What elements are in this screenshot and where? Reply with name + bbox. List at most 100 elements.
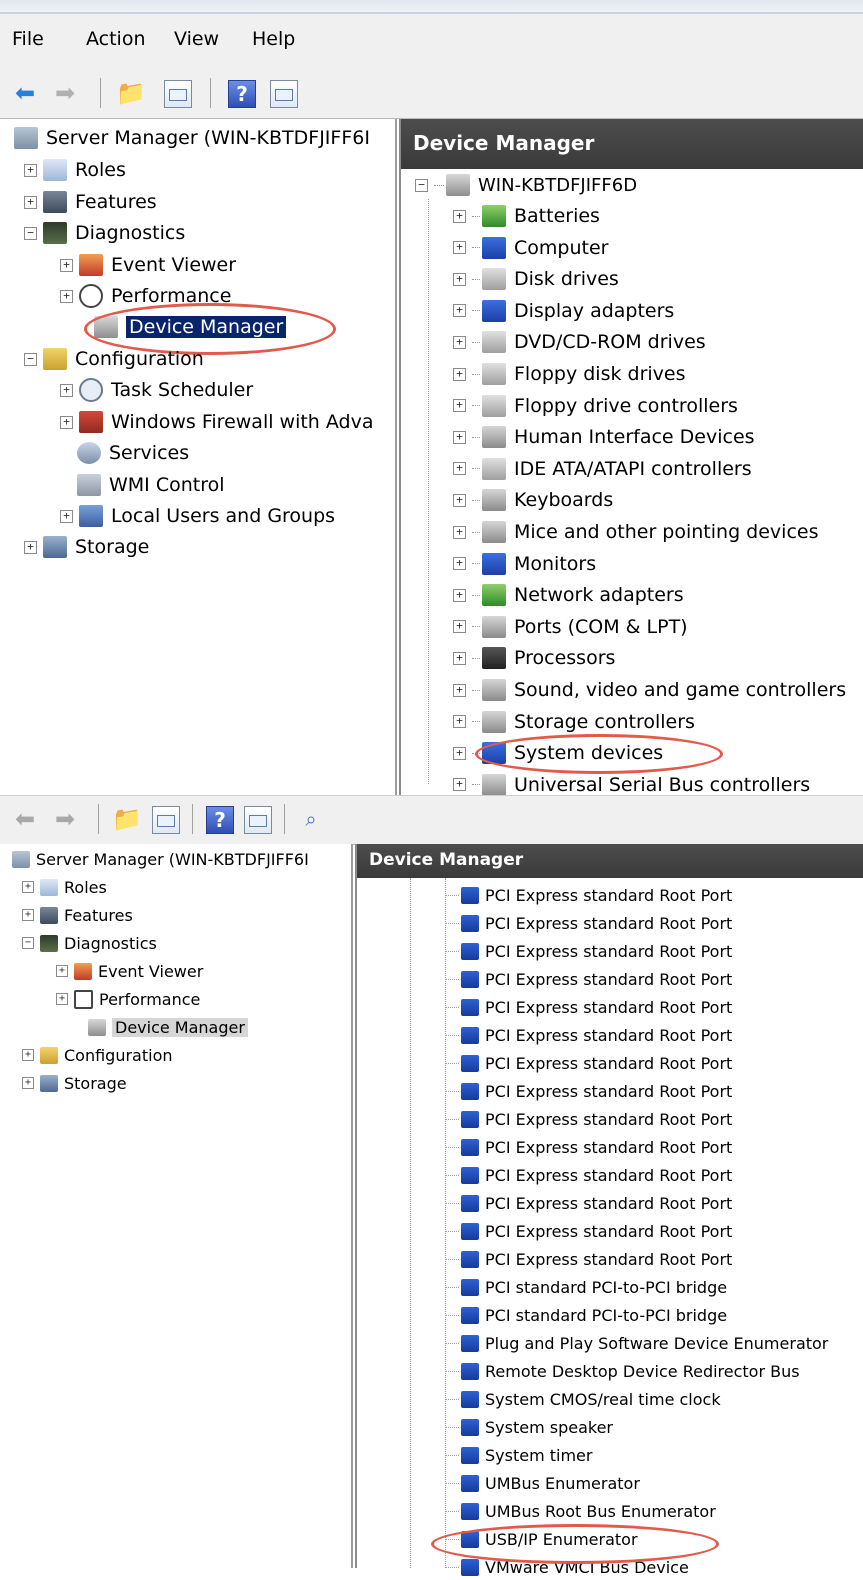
expand-icon[interactable]: + [22,1049,34,1061]
device-item[interactable]: System CMOS/real time clock [445,1386,721,1412]
expand-icon[interactable]: + [453,241,466,255]
tree-event-viewer[interactable]: + Event Viewer [56,958,203,984]
device-item[interactable]: PCI Express standard Root Port [445,1190,732,1216]
tree-root[interactable]: Server Manager (WIN-KBTDFJIFF6I [12,846,309,872]
expand-icon[interactable]: + [453,746,466,760]
device-item[interactable]: PCI Express standard Root Port [445,1218,732,1244]
device-item[interactable]: PCI Express standard Root Port [445,882,732,908]
expand-icon[interactable]: + [24,163,37,177]
tree-firewall[interactable]: + Windows Firewall with Adva [60,407,374,437]
device-item[interactable]: PCI standard PCI-to-PCI bridge [445,1302,727,1328]
device-item[interactable]: System timer [445,1442,592,1468]
device-item[interactable]: PCI standard PCI-to-PCI bridge [445,1274,727,1300]
category-network-adapters[interactable]: + Network adapters [453,580,684,610]
tree-configuration[interactable]: − Configuration [24,344,204,374]
expand-icon[interactable]: + [453,778,466,792]
back-icon[interactable]: ⬅ [10,78,40,108]
tree-local-users[interactable]: + Local Users and Groups [60,501,335,531]
expand-icon[interactable]: + [453,620,466,634]
action-pane-icon[interactable] [270,80,298,108]
expand-icon[interactable]: + [60,258,73,272]
device-item[interactable]: PCI Express standard Root Port [445,1246,732,1272]
tree-event-viewer[interactable]: + Event Viewer [60,250,236,280]
expand-icon[interactable]: + [453,588,466,602]
expand-icon[interactable]: + [453,493,466,507]
category-display-adapters[interactable]: + Display adapters [453,296,674,326]
expand-icon[interactable]: + [453,525,466,539]
help-icon[interactable]: ? [228,80,256,108]
up-folder-icon[interactable]: 📁 [112,804,142,834]
device-item[interactable]: System speaker [445,1414,613,1440]
scan-hardware-icon[interactable]: ⌕ [296,804,326,834]
device-item[interactable]: Plug and Play Software Device Enumerator [445,1330,828,1356]
tree-diagnostics[interactable]: − Diagnostics [24,218,185,248]
device-item[interactable]: PCI Express standard Root Port [445,910,732,936]
tree-storage[interactable]: + Storage [24,532,149,562]
back-icon[interactable]: ⬅ [10,804,40,834]
collapse-icon[interactable]: − [22,937,34,949]
category-batteries[interactable]: + Batteries [453,201,600,231]
device-item[interactable]: PCI Express standard Root Port [445,938,732,964]
menu-view[interactable]: View [174,28,219,50]
category-disk-drives[interactable]: + Disk drives [453,264,619,294]
tree-root[interactable]: Server Manager (WIN-KBTDFJIFF6I [14,123,370,153]
menu-file[interactable]: File [12,28,44,50]
expand-icon[interactable]: + [24,195,37,209]
expand-icon[interactable]: + [453,209,466,223]
category-sound-video-and-game-controllers[interactable]: + Sound, video and game controllers [453,675,846,705]
expand-icon[interactable]: + [22,909,34,921]
up-folder-icon[interactable]: 📁 [116,78,146,108]
expand-icon[interactable]: + [60,509,73,523]
tree-wmi[interactable]: WMI Control [77,470,225,500]
expand-icon[interactable]: + [453,272,466,286]
category-mice-and-other-pointing-devices[interactable]: + Mice and other pointing devices [453,517,818,547]
expand-icon[interactable]: + [56,965,68,977]
device-item[interactable]: PCI Express standard Root Port [445,1162,732,1188]
device-item[interactable]: PCI Express standard Root Port [445,1078,732,1104]
device-item[interactable]: PCI Express standard Root Port [445,1106,732,1132]
device-item[interactable]: UMBus Root Bus Enumerator [445,1498,716,1524]
expand-icon[interactable]: + [453,399,466,413]
action-pane-icon[interactable] [244,806,272,834]
expand-icon[interactable]: + [22,1077,34,1089]
menu-action[interactable]: Action [86,28,146,50]
category-processors[interactable]: + Processors [453,643,615,673]
category-ide-ata-atapi-controllers[interactable]: + IDE ATA/ATAPI controllers [453,454,752,484]
forward-icon[interactable]: ➡ [50,804,80,834]
expand-icon[interactable]: + [453,651,466,665]
category-computer[interactable]: + Computer [453,233,608,263]
tree-device-manager[interactable]: Device Manager [88,1014,248,1040]
expand-icon[interactable]: + [453,715,466,729]
expand-icon[interactable]: + [453,335,466,349]
expand-icon[interactable]: + [453,367,466,381]
device-item[interactable]: PCI Express standard Root Port [445,994,732,1020]
expand-icon[interactable]: + [453,557,466,571]
tree-features[interactable]: + Features [22,902,133,928]
expand-icon[interactable]: + [60,289,73,303]
category-keyboards[interactable]: + Keyboards [453,485,613,515]
tree-task-scheduler[interactable]: + Task Scheduler [60,375,253,405]
device-item[interactable]: PCI Express standard Root Port [445,1050,732,1076]
category-floppy-drive-controllers[interactable]: + Floppy drive controllers [453,391,738,421]
category-floppy-disk-drives[interactable]: + Floppy disk drives [453,359,686,389]
expand-icon[interactable]: + [22,881,34,893]
collapse-icon[interactable]: − [24,352,37,366]
expand-icon[interactable]: + [56,993,68,1005]
device-item[interactable]: Remote Desktop Device Redirector Bus [445,1358,800,1384]
expand-icon[interactable]: + [24,540,37,554]
show-hide-tree-icon[interactable] [152,806,180,834]
tree-storage[interactable]: + Storage [22,1070,127,1096]
tree-performance[interactable]: + Performance [56,986,200,1012]
tree-diagnostics[interactable]: − Diagnostics [22,930,157,956]
computer-node[interactable]: − WIN-KBTDFJIFF6D [415,170,637,200]
collapse-icon[interactable]: − [24,226,37,240]
category-dvd-cd-rom-drives[interactable]: + DVD/CD-ROM drives [453,327,706,357]
device-item[interactable]: PCI Express standard Root Port [445,1134,732,1160]
expand-icon[interactable]: + [60,415,73,429]
menu-help[interactable]: Help [252,28,295,50]
device-item[interactable]: PCI Express standard Root Port [445,966,732,992]
tree-roles[interactable]: + Roles [24,155,126,185]
expand-icon[interactable]: + [453,462,466,476]
tree-features[interactable]: + Features [24,187,157,217]
expand-icon[interactable]: + [60,383,73,397]
